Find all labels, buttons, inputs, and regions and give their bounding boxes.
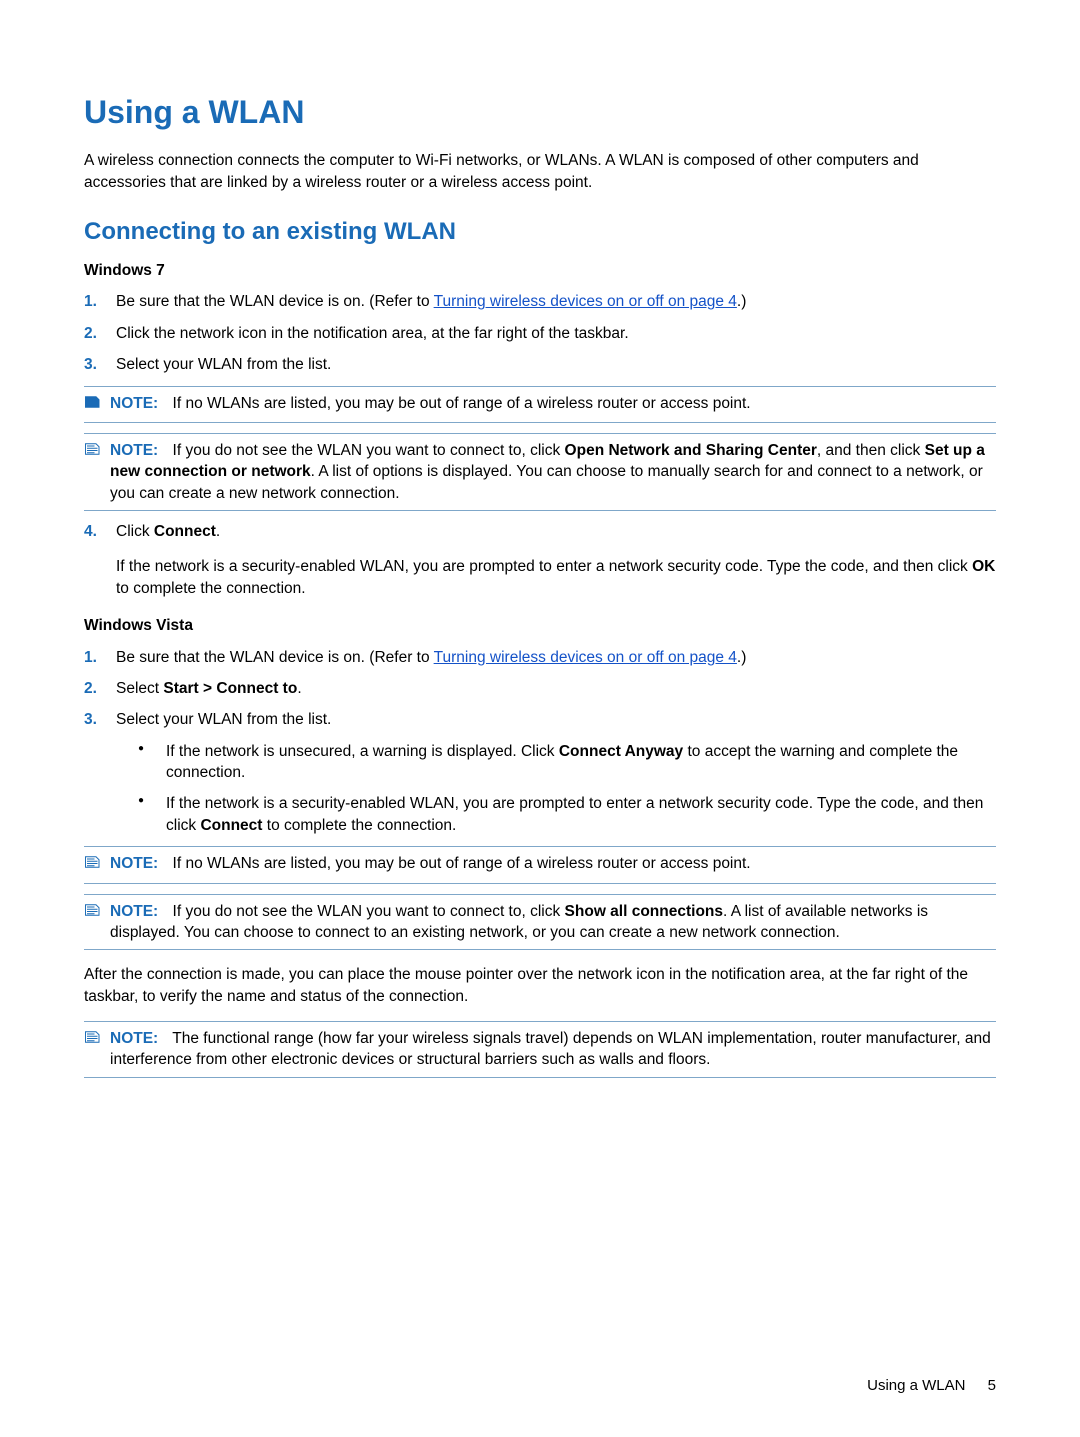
win7-step-4: 4. Click Connect. If the network is a se… — [84, 521, 996, 599]
note-label: NOTE: — [110, 903, 158, 920]
note-box: NOTE: If no WLANs are listed, you may be… — [84, 846, 996, 883]
step-number: 3. — [84, 709, 97, 730]
step-text: Click the network icon in the notificati… — [116, 325, 629, 342]
step-number: 2. — [84, 678, 97, 699]
windows7-steps: 1. Be sure that the WLAN device is on. (… — [84, 291, 996, 375]
step-text: Be sure that the WLAN device is on. (Ref… — [116, 293, 746, 310]
windows-vista-subhead: Windows Vista — [84, 615, 996, 636]
win7-step-2: 2. Click the network icon in the notific… — [84, 323, 996, 344]
note-icon — [84, 854, 106, 876]
note-box: NOTE: If you do not see the WLAN you wan… — [84, 433, 996, 511]
footer-title: Using a WLAN — [867, 1377, 965, 1394]
step-subparagraph: If the network is a security-enabled WLA… — [116, 556, 996, 599]
note-content: NOTE: The functional range (how far your… — [110, 1028, 996, 1071]
step-number: 2. — [84, 323, 97, 344]
after-paragraph: After the connection is made, you can pl… — [84, 964, 996, 1007]
step-text: Be sure that the WLAN device is on. (Ref… — [116, 649, 746, 666]
note-label: NOTE: — [110, 1030, 158, 1047]
step-number: 1. — [84, 291, 97, 312]
note-content: NOTE: If you do not see the WLAN you wan… — [110, 901, 996, 944]
section-heading: Connecting to an existing WLAN — [84, 215, 996, 248]
note-label: NOTE: — [110, 395, 158, 412]
vista-step-1: 1. Be sure that the WLAN device is on. (… — [84, 647, 996, 668]
step-text: Select your WLAN from the list. — [116, 356, 331, 373]
note-icon — [84, 902, 106, 944]
note-box: NOTE: The functional range (how far your… — [84, 1021, 996, 1078]
link-turning-wireless[interactable]: Turning wireless devices on or off on pa… — [434, 293, 737, 310]
windows7-subhead: Windows 7 — [84, 260, 996, 281]
vista-step-2: 2. Select Start > Connect to. — [84, 678, 996, 699]
intro-paragraph: A wireless connection connects the compu… — [84, 150, 996, 193]
list-item: If the network is a security-enabled WLA… — [138, 793, 996, 836]
step-number: 1. — [84, 647, 97, 668]
windows7-steps-cont: 4. Click Connect. If the network is a se… — [84, 521, 996, 599]
step-text: Select your WLAN from the list. — [116, 711, 331, 728]
win7-step-3: 3. Select your WLAN from the list. — [84, 354, 996, 375]
note-icon — [84, 1029, 106, 1071]
step-text: Select Start > Connect to. — [116, 680, 302, 697]
page-number: 5 — [988, 1377, 996, 1394]
note-box: NOTE: If you do not see the WLAN you wan… — [84, 894, 996, 951]
note-content: NOTE: If you do not see the WLAN you wan… — [110, 440, 996, 504]
step-number: 3. — [84, 354, 97, 375]
document-page: Using a WLAN A wireless connection conne… — [0, 0, 1080, 1437]
win7-step-1: 1. Be sure that the WLAN device is on. (… — [84, 291, 996, 312]
vista-steps: 1. Be sure that the WLAN device is on. (… — [84, 647, 996, 837]
page-heading: Using a WLAN — [84, 90, 996, 134]
step-number: 4. — [84, 521, 97, 542]
note-icon — [84, 394, 106, 416]
note-content: NOTE: If no WLANs are listed, you may be… — [110, 853, 996, 876]
page-footer: Using a WLAN 5 — [867, 1376, 996, 1397]
note-label: NOTE: — [110, 442, 158, 459]
note-box: NOTE: If no WLANs are listed, you may be… — [84, 386, 996, 423]
note-label: NOTE: — [110, 855, 158, 872]
note-content: NOTE: If no WLANs are listed, you may be… — [110, 393, 996, 416]
link-turning-wireless[interactable]: Turning wireless devices on or off on pa… — [434, 649, 737, 666]
step-text: Click Connect. — [116, 523, 220, 540]
list-item: If the network is unsecured, a warning i… — [138, 741, 996, 784]
vista-bullets: If the network is unsecured, a warning i… — [138, 741, 996, 837]
note-icon — [84, 441, 106, 504]
vista-step-3: 3. Select your WLAN from the list. If th… — [84, 709, 996, 836]
